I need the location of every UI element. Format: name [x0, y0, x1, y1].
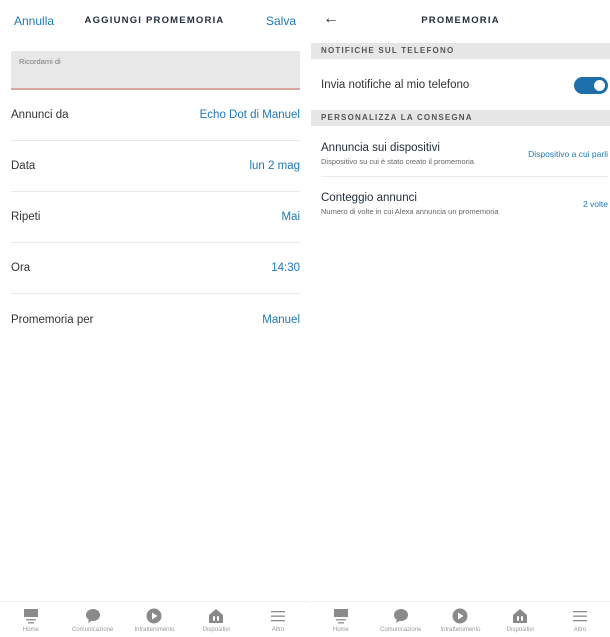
nav-label: Home	[22, 627, 39, 633]
row-value[interactable]: Echo Dot di Manuel	[200, 109, 300, 121]
row-text: Annuncia sui dispositivi Dispositivo su …	[321, 142, 474, 166]
bottom-nav: Home Comunicazione Intrattenimento Dispo…	[311, 601, 610, 637]
nav-home[interactable]: Home	[1, 602, 61, 637]
nav-entertainment[interactable]: Intrattenimento	[431, 602, 491, 637]
row-value[interactable]: 14:30	[271, 262, 300, 274]
phone-notifications-toggle[interactable]	[574, 76, 608, 94]
bottom-nav: Home Comunicazione Intrattenimento Dispo…	[0, 601, 309, 637]
row-announce-from[interactable]: Annunci da Echo Dot di Manuel	[11, 90, 300, 141]
row-label: Ripeti	[11, 211, 41, 223]
chat-bubble-icon	[392, 607, 410, 625]
nav-label: Dispositivi	[202, 627, 230, 633]
row-value[interactable]: 2 volte	[583, 199, 608, 209]
nav-label: Altro	[573, 627, 587, 633]
row-subtitle: Dispositivo su cui è stato creato il pro…	[321, 156, 474, 166]
add-reminder-header: Annulla AGGIUNGI PROMEMORIA Salva	[0, 0, 309, 42]
toggle-knob	[594, 79, 605, 91]
nav-label: Dispositivi	[506, 627, 534, 633]
play-icon	[451, 607, 469, 625]
nav-label: Comunicazione	[72, 627, 114, 633]
nav-label: Home	[332, 627, 349, 633]
nav-label: Altro	[271, 627, 285, 633]
remind-me-label: Ricordami di	[19, 57, 61, 66]
save-button[interactable]: Salva	[266, 14, 296, 28]
reminder-settings-header: ← PROMEMORIA	[311, 0, 610, 42]
reminder-settings-list: Annunci da Echo Dot di Manuel Data lun 2…	[11, 90, 300, 345]
nav-label: Intrattenimento	[440, 627, 481, 633]
nav-devices[interactable]: Dispositivi	[490, 602, 550, 637]
row-label: Annunci da	[11, 109, 69, 121]
chat-bubble-icon	[84, 607, 102, 625]
nav-label: Intrattenimento	[134, 627, 175, 633]
row-value[interactable]: lun 2 mag	[249, 160, 300, 172]
row-label: Data	[11, 160, 36, 172]
home-icon	[22, 607, 40, 625]
play-icon	[145, 607, 163, 625]
section-header-phone: NOTIFICHE SUL TELEFONO	[311, 43, 610, 59]
remind-me-input[interactable]	[19, 68, 289, 84]
row-value[interactable]: Manuel	[262, 314, 300, 326]
announcement-count-row[interactable]: Conteggio annunci Numero di volte in cui…	[321, 181, 608, 227]
nav-communication[interactable]: Comunicazione	[371, 602, 431, 637]
add-reminder-screen: Annulla AGGIUNGI PROMEMORIA Salva Ricord…	[0, 0, 309, 637]
home-icon	[332, 607, 350, 625]
nav-more[interactable]: Altro	[248, 602, 308, 637]
page-title: AGGIUNGI PROMEMORIA	[84, 15, 225, 26]
nav-communication[interactable]: Comunicazione	[63, 602, 123, 637]
row-label: Promemoria per	[11, 313, 94, 326]
row-value[interactable]: Dispositivo a cui parli	[528, 149, 608, 159]
phone-notifications-row: Invia notifiche al mio telefono	[321, 60, 608, 110]
nav-entertainment[interactable]: Intrattenimento	[124, 602, 184, 637]
nav-more[interactable]: Altro	[550, 602, 610, 637]
page-title: PROMEMORIA	[421, 15, 500, 26]
row-date[interactable]: Data lun 2 mag	[11, 141, 300, 192]
row-subtitle: Numero di volte in cui Alexa annuncia un…	[321, 207, 499, 216]
devices-house-icon	[511, 607, 529, 625]
nav-label: Comunicazione	[380, 627, 422, 633]
row-reminder-for[interactable]: Promemoria per Manuel	[11, 294, 300, 345]
nav-home[interactable]: Home	[311, 602, 371, 637]
row-title: Conteggio annunci	[321, 192, 417, 204]
row-label: Ora	[11, 262, 31, 274]
menu-icon	[571, 607, 589, 625]
row-title: Annuncia sui dispositivi	[321, 141, 440, 154]
menu-icon	[269, 607, 287, 625]
reminder-settings-screen: ← PROMEMORIA NOTIFICHE SUL TELEFONO Invi…	[311, 0, 610, 637]
row-value[interactable]: Mai	[281, 211, 300, 223]
phone-notifications-label: Invia notifiche al mio telefono	[321, 79, 470, 91]
remind-me-field[interactable]: Ricordami di	[11, 51, 300, 90]
row-time[interactable]: Ora 14:30	[11, 243, 300, 294]
nav-devices[interactable]: Dispositivi	[186, 602, 246, 637]
section-header-delivery: PERSONALIZZA LA CONSEGNA	[311, 110, 610, 126]
announce-on-devices-row[interactable]: Annuncia sui dispositivi Dispositivo su …	[321, 131, 608, 177]
devices-house-icon	[207, 607, 225, 625]
row-text: Conteggio annunci Numero di volte in cui…	[321, 192, 499, 216]
row-repeat[interactable]: Ripeti Mai	[11, 192, 300, 243]
